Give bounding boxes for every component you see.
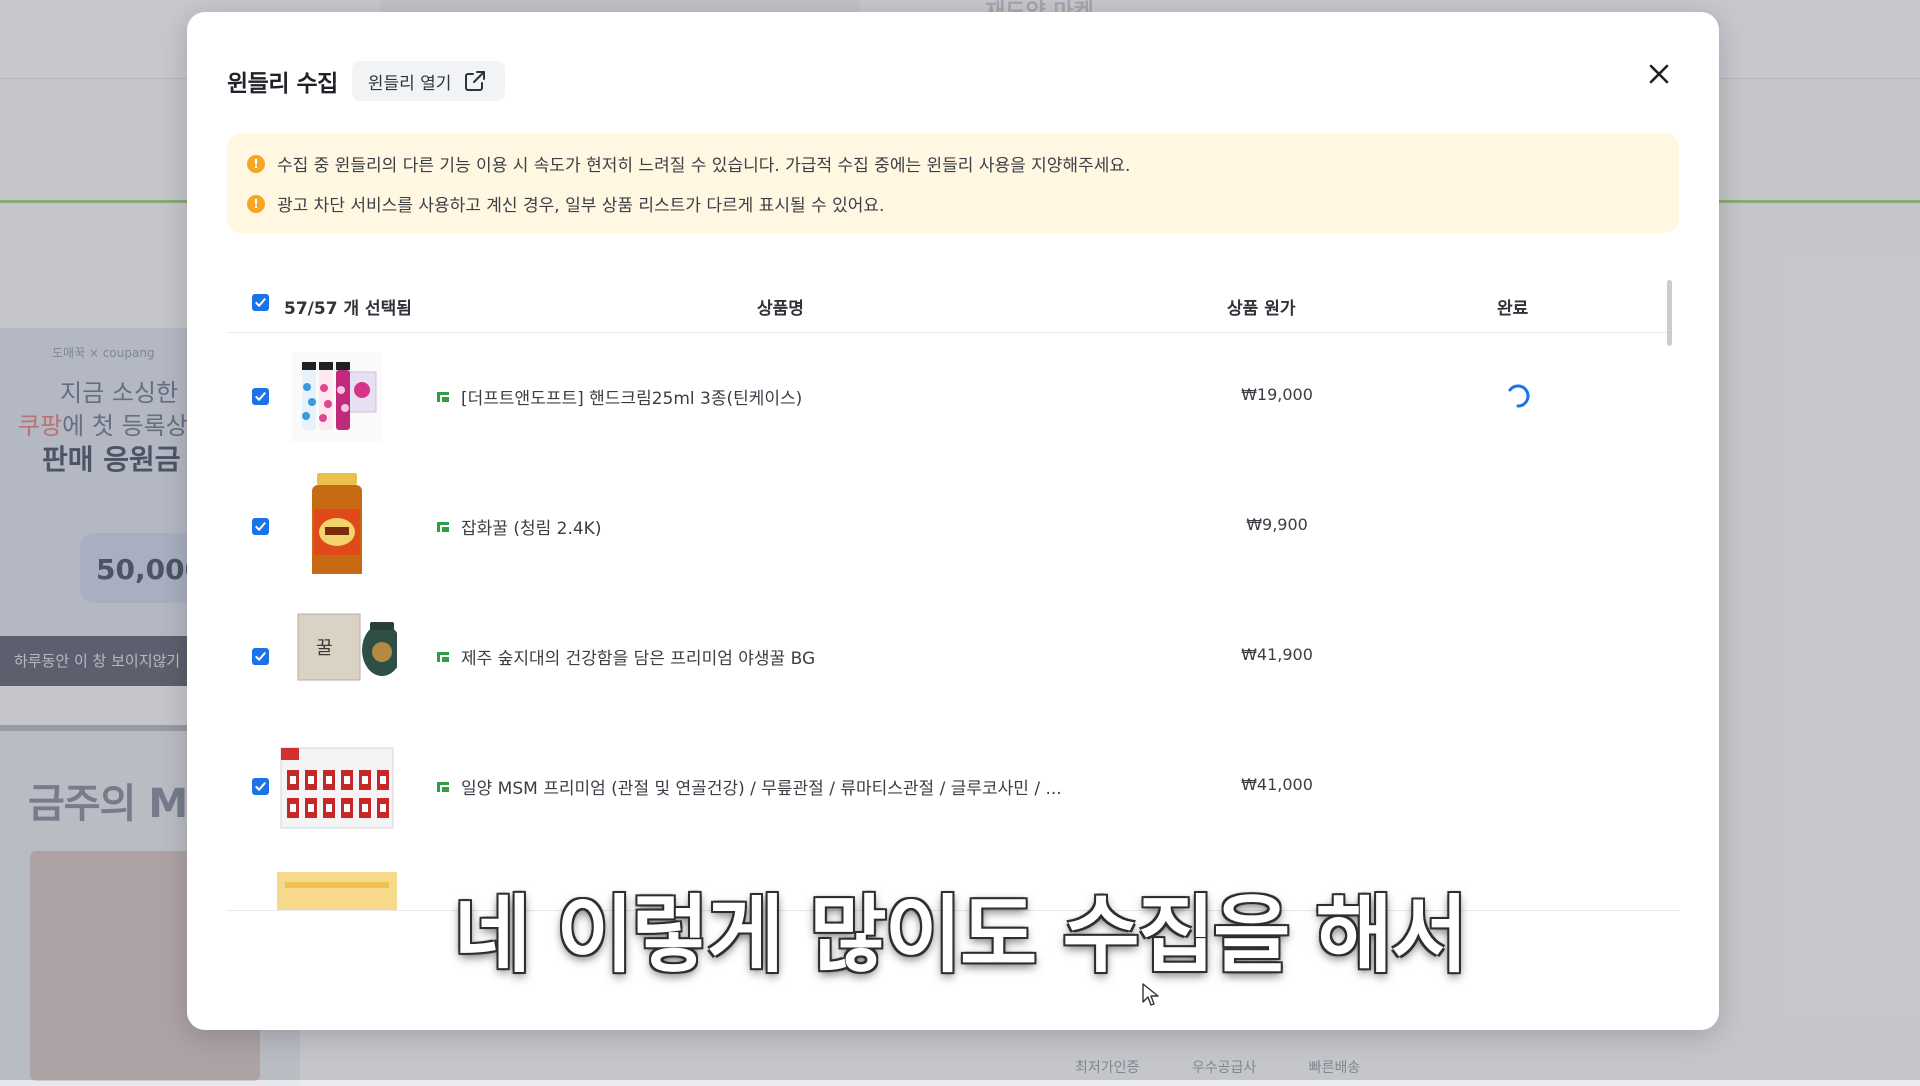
notice-box: ! 수집 중 윈들리의 다른 기능 이용 시 속도가 현저히 느려질 수 있습니… xyxy=(227,133,1679,233)
column-header-name: 상품명 xyxy=(757,299,804,319)
checkmark-icon xyxy=(255,782,266,791)
product-thumbnail-handcream xyxy=(292,352,382,442)
product-price: ₩19,000 xyxy=(1241,385,1313,404)
mouse-cursor-icon xyxy=(1142,983,1159,1006)
checkmark-icon xyxy=(255,522,266,531)
product-thumbnail-wild-honey: 꿀 xyxy=(292,602,397,692)
modal-title: 윈들리 수집 xyxy=(227,71,338,97)
row-checkbox[interactable] xyxy=(252,518,269,535)
close-icon xyxy=(1649,64,1669,84)
row-checkbox[interactable] xyxy=(252,778,269,795)
checkmark-icon xyxy=(255,652,266,661)
product-thumbnail-honey xyxy=(292,469,382,574)
row-checkbox[interactable] xyxy=(252,388,269,405)
open-windly-label: 윈들리 열기 xyxy=(367,73,452,94)
column-header-price: 상품 원가 xyxy=(1227,299,1296,319)
svg-text:꿀: 꿀 xyxy=(316,638,333,659)
table-header: 57/57 개 선택됨 상품명 상품 원가 완료 xyxy=(227,274,1667,333)
loading-spinner-icon xyxy=(1508,384,1530,408)
warning-icon: ! xyxy=(247,194,265,213)
product-table: 57/57 개 선택됨 상품명 상품 원가 완료 [더프트앤도프트] 핸드크림2… xyxy=(227,274,1679,910)
product-name[interactable]: 일양 MSM 프리미엄 (관절 및 연골건강) / 무릎관절 / 류마티스관절 … xyxy=(435,774,1062,799)
video-subtitle: 네 이렇게 많이도 수집을 해서 xyxy=(453,886,1468,984)
product-name[interactable]: 제주 숲지대의 건강함을 담은 프리미엄 야생꿀 BG xyxy=(435,644,815,669)
checkmark-icon xyxy=(255,392,266,401)
source-site-icon xyxy=(437,781,449,792)
open-windly-button[interactable]: 윈들리 열기 xyxy=(351,61,506,101)
table-row: 일양 MSM 프리미엄 (관절 및 연골건강) / 무릎관절 / 류마티스관절 … xyxy=(227,722,1667,852)
checkmark-icon xyxy=(255,298,266,307)
source-site-icon xyxy=(437,391,449,402)
product-price: ₩41,900 xyxy=(1241,645,1313,664)
modal-header: 윈들리 수집 윈들리 열기 xyxy=(227,56,506,106)
select-all-checkbox[interactable] xyxy=(252,294,269,311)
notice-item: ! 수집 중 윈들리의 다른 기능 이용 시 속도가 현저히 느려질 수 있습니… xyxy=(247,151,1130,176)
table-row: 꿀 제주 숲지대의 건강함을 담은 프리미엄 야생꿀 BG ₩41,900 xyxy=(227,592,1667,722)
table-scrollbar[interactable] xyxy=(1667,280,1672,346)
notice-text: 광고 차단 서비스를 사용하고 계신 경우, 일부 상품 리스트가 다르게 표시… xyxy=(277,196,885,216)
source-site-icon xyxy=(437,521,449,532)
product-thumbnail-msm xyxy=(277,742,397,832)
external-link-icon xyxy=(465,71,486,91)
close-button[interactable] xyxy=(1637,52,1681,96)
row-checkbox[interactable] xyxy=(252,648,269,665)
table-row: 잡화꿀 (청림 2.4K) ₩9,900 xyxy=(227,462,1667,592)
column-header-done: 완료 xyxy=(1497,299,1529,319)
product-name[interactable]: 잡화꿀 (청림 2.4K) xyxy=(435,514,601,539)
product-price: ₩41,000 xyxy=(1241,775,1313,794)
selected-count: 57/57 개 선택됨 xyxy=(284,299,412,319)
table-row: [더프트앤도프트] 핸드크림25ml 3종(틴케이스) ₩19,000 xyxy=(227,332,1667,462)
notice-item: ! 광고 차단 서비스를 사용하고 계신 경우, 일부 상품 리스트가 다르게 … xyxy=(247,191,884,216)
product-name[interactable]: [더프트앤도프트] 핸드크림25ml 3종(틴케이스) xyxy=(435,384,802,409)
warning-icon: ! xyxy=(247,154,265,173)
product-price: ₩9,900 xyxy=(1246,515,1308,534)
source-site-icon xyxy=(437,651,449,662)
notice-text: 수집 중 윈들리의 다른 기능 이용 시 속도가 현저히 느려질 수 있습니다.… xyxy=(277,156,1131,176)
